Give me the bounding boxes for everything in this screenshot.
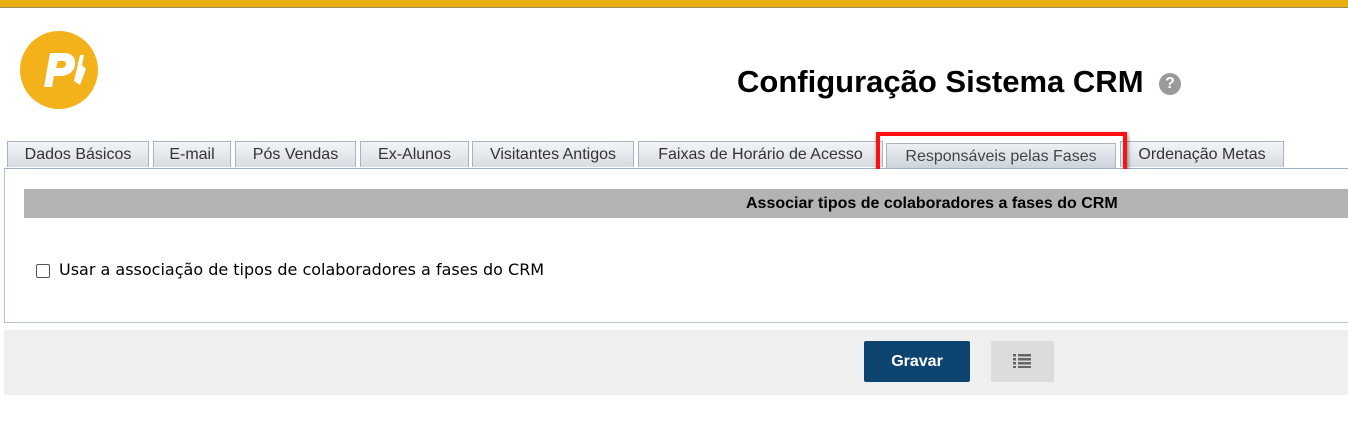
tab-pos-vendas[interactable]: Pós Vendas [235,141,356,167]
section-title: Associar tipos de colaboradores a fases … [746,195,1118,212]
tab-faixas-horario-acesso[interactable]: Faixas de Horário de Acesso [638,141,883,167]
use-association-label[interactable]: Usar a associação de tipos de colaborado… [59,260,544,279]
tab-dados-basicos[interactable]: Dados Básicos [7,141,149,167]
list-icon [1013,354,1031,368]
page-title: Configuração Sistema CRM [737,64,1144,99]
tab-ex-alunos[interactable]: Ex-Alunos [360,141,469,167]
use-association-checkbox[interactable] [36,264,50,278]
tab-visitantes-antigos[interactable]: Visitantes Antigos [472,141,634,167]
highlight-box [876,132,1127,173]
top-accent-bar [0,0,1348,8]
tab-ordenacao-metas[interactable]: Ordenação Metas [1120,141,1284,167]
help-icon[interactable]: ? [1159,73,1181,95]
save-button[interactable]: Gravar [864,341,970,382]
section-header [24,189,1348,218]
footer-bar [4,330,1348,395]
list-button[interactable] [991,341,1054,382]
tab-email[interactable]: E-mail [153,141,231,167]
pacto-logo-icon [20,31,98,109]
